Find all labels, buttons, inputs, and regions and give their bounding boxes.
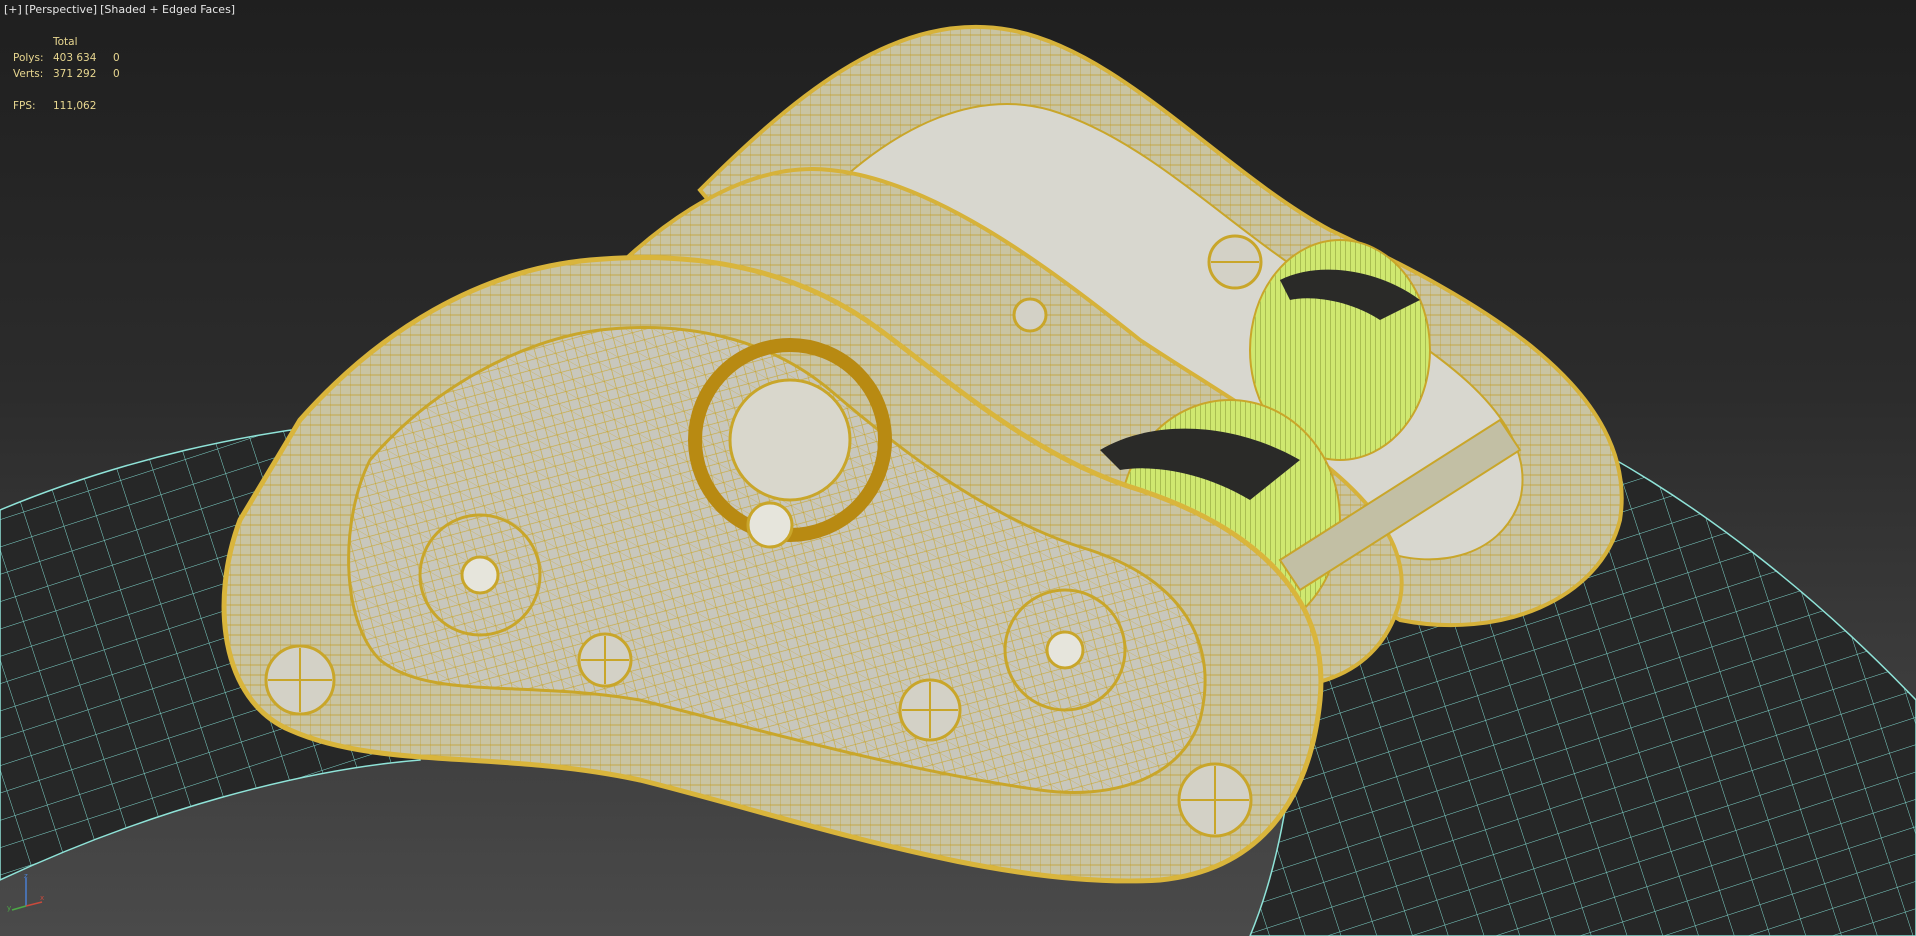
verts-label: Verts:: [13, 68, 44, 80]
verts-selected: 0: [113, 68, 120, 80]
screw-lower-middle[interactable]: [898, 678, 962, 742]
post-top: [1012, 297, 1048, 333]
screw-center[interactable]: [577, 632, 633, 688]
gizmo-y-label: y: [7, 904, 11, 912]
left-rotor-hub: [460, 555, 500, 595]
screw-bottom-left[interactable]: [264, 644, 336, 716]
stats-row-verts: Verts: 371 292 0: [13, 66, 133, 82]
fps-label: FPS:: [13, 100, 36, 112]
stats-row-fps: FPS: 111,062: [13, 98, 133, 114]
screw-bottom-right[interactable]: [1177, 762, 1253, 838]
viewport-shading-button[interactable]: [Shaded + Edged Faces]: [100, 3, 235, 16]
axis-gizmo-icon: z x y: [7, 872, 44, 912]
polys-total: 403 634: [53, 52, 97, 64]
gizmo-x-label: x: [40, 894, 44, 902]
balance-hub: [746, 501, 794, 549]
viewport-menu-button[interactable]: [+]: [4, 3, 22, 16]
viewport-view-button[interactable]: [Perspective]: [25, 3, 97, 16]
stats-header: Total: [53, 36, 78, 48]
stats-row-polys: Polys: 403 634 0: [13, 50, 133, 66]
viewport-canvas[interactable]: [0, 0, 1916, 936]
statistics-overlay: Total Polys: 403 634 0 Verts: 371 292 0 …: [13, 34, 133, 114]
polys-selected: 0: [113, 52, 120, 64]
right-rotor-hub: [1045, 630, 1085, 670]
verts-total: 371 292: [53, 68, 97, 80]
screw-top-plate[interactable]: [1207, 234, 1263, 290]
viewport-label: [+] [Perspective] [Shaded + Edged Faces]: [4, 3, 235, 16]
balance-wheel-inner: [728, 378, 852, 502]
gizmo-z-label: z: [24, 872, 28, 880]
fps-value: 111,062: [53, 100, 97, 112]
polys-label: Polys:: [13, 52, 44, 64]
